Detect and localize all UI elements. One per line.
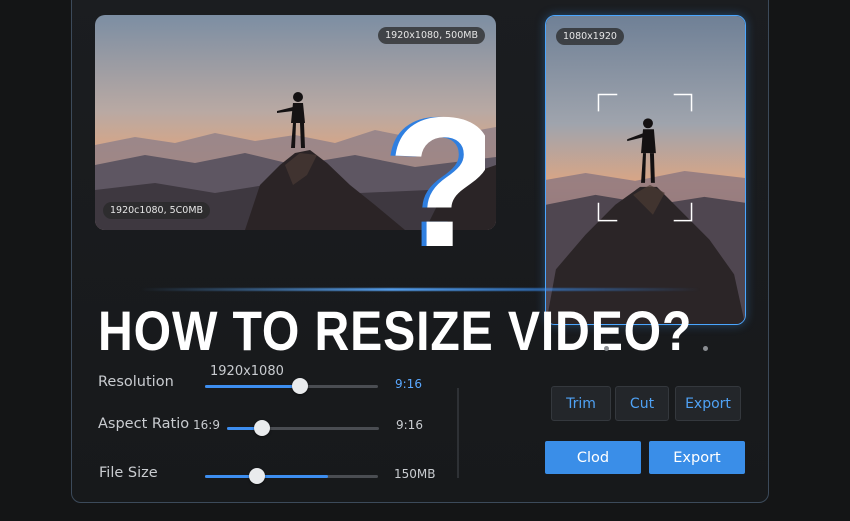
aspect-ratio-target-value: 9:16 (396, 418, 423, 432)
aspect-ratio-slider-handle[interactable] (253, 420, 270, 436)
resolution-slider-fill (205, 385, 301, 388)
export-button[interactable]: Export (649, 441, 745, 474)
resolution-value: 1920x1080 (210, 364, 284, 379)
landscape-size-badge-bottom: 1920c1080, 5C0MB (103, 202, 211, 219)
landscape-size-badge: 1920x1080, 500MB (378, 27, 485, 44)
resolution-target-value: 9:16 (395, 377, 422, 391)
trim-button[interactable]: Trim (551, 386, 611, 421)
svg-text:?: ? (387, 96, 485, 286)
pager-dot[interactable] (604, 346, 609, 351)
file-size-slider[interactable] (205, 468, 378, 484)
export-secondary-button[interactable]: Export (675, 386, 741, 421)
clod-button[interactable]: Clod (545, 441, 641, 474)
file-size-slider-handle[interactable] (248, 468, 265, 484)
portrait-scene-image (546, 16, 745, 324)
cut-button[interactable]: Cut (615, 386, 669, 421)
question-mark-icon: ? ? (382, 96, 485, 286)
aspect-ratio-label: Aspect Ratio (98, 416, 190, 432)
portrait-size-badge: 1080x1920 (556, 28, 624, 45)
resolution-slider[interactable] (205, 378, 378, 394)
pager-dot[interactable] (703, 346, 708, 351)
resolution-label: Resolution (98, 374, 174, 390)
page-title: HOW TO RESIZE VIDEO? (98, 299, 693, 362)
file-size-slider-fill (205, 475, 328, 478)
file-size-label: File Size (99, 465, 158, 481)
aspect-ratio-current-value: 16:9 (193, 418, 220, 432)
controls-divider (457, 388, 459, 478)
aspect-ratio-slider[interactable] (227, 420, 379, 436)
file-size-value: 150MB (394, 467, 436, 481)
portrait-video-preview[interactable]: 1080x1920 (545, 15, 746, 325)
headline-glow-line (140, 288, 700, 291)
